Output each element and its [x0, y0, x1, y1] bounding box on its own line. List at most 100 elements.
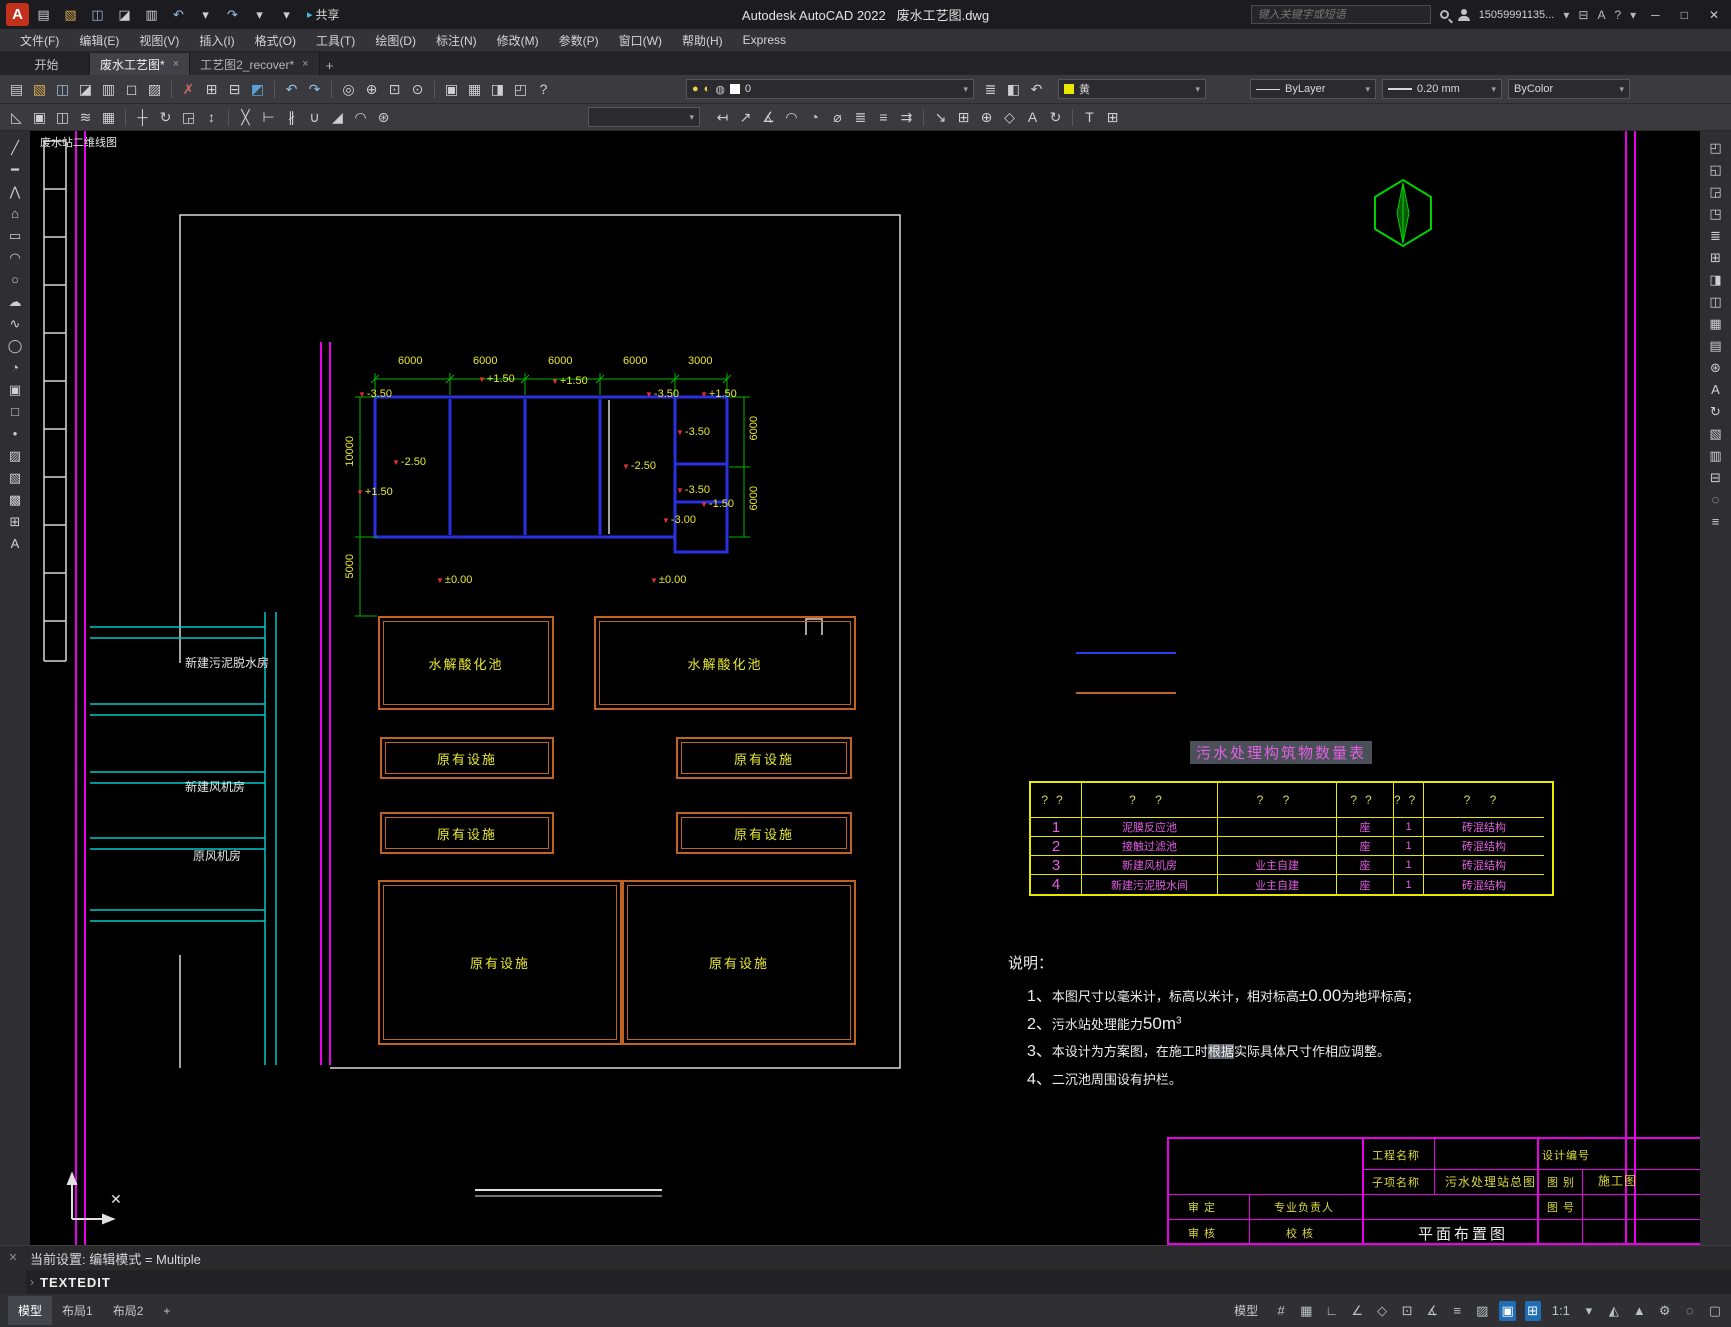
dimension-icon[interactable]: [923, 108, 924, 126]
layer-properties-icon[interactable]: ≣: [980, 79, 1001, 99]
otrack-icon[interactable]: ∡: [1424, 1301, 1440, 1321]
elevation-marker[interactable]: ▼ -3.50: [645, 389, 679, 400]
markup-set-icon[interactable]: ▥: [1705, 445, 1727, 466]
move-icon[interactable]: ┼: [132, 107, 153, 127]
qat-undo-caret-icon[interactable]: ▾: [195, 5, 216, 25]
text-style-combo[interactable]: ▾: [588, 107, 700, 127]
saveas-icon[interactable]: ◪: [75, 79, 96, 99]
units-icon[interactable]: ≡: [1705, 511, 1727, 532]
elevation-marker[interactable]: ▼ ±0.00: [436, 575, 472, 586]
array-icon[interactable]: ▦: [98, 107, 119, 127]
dim-text-edit-icon[interactable]: A: [1022, 107, 1043, 127]
menu-item[interactable]: 帮助(H): [672, 29, 733, 52]
open-icon[interactable]: ▧: [29, 79, 50, 99]
tolerance-icon[interactable]: ⊞: [953, 107, 974, 127]
transparency-icon[interactable]: ▨: [1474, 1301, 1490, 1321]
zoom-previous-icon[interactable]: ⊙: [407, 79, 428, 99]
quantity-table[interactable]: ??? ?? ?????? ? 1 泥膜反应池 座 1 砖混结构 2 接触过滤池…: [1029, 781, 1554, 896]
lineweight-combo[interactable]: 0.20 mm ▾: [1382, 79, 1502, 99]
close-button[interactable]: ✕: [1703, 8, 1725, 22]
scale-caret-icon[interactable]: ▾: [1581, 1301, 1597, 1321]
facility-box[interactable]: 水解酸化池: [378, 616, 554, 710]
line-icon[interactable]: ╱: [4, 137, 26, 158]
menu-item[interactable]: 视图(V): [129, 29, 189, 52]
dimension-text[interactable]: 6000: [748, 486, 760, 510]
publish-icon[interactable]: ▨: [144, 79, 165, 99]
plotstyle-combo-caret-icon[interactable]: ▾: [1619, 84, 1624, 95]
match-properties-icon[interactable]: ◩: [247, 79, 268, 99]
document-tab[interactable]: 废水工艺图* ×: [90, 53, 191, 75]
hyperlink-icon[interactable]: ⊛: [1705, 357, 1727, 378]
draworder-back-icon[interactable]: ◱: [1705, 159, 1727, 180]
note-line[interactable]: 3、本设计为方案图，在施工时根据实际具体尺寸作相应调整。: [1027, 1037, 1390, 1061]
isodraft-icon[interactable]: ◇: [1374, 1301, 1390, 1321]
sheetset-icon[interactable]: ▧: [1705, 423, 1727, 444]
purge-icon[interactable]: ◌: [1705, 489, 1727, 510]
dim-angular-icon[interactable]: ∡: [758, 107, 779, 127]
draworder-under-icon[interactable]: ◳: [1705, 203, 1727, 224]
layout-tab[interactable]: +: [153, 1298, 180, 1324]
layout-tab[interactable]: 布局2: [103, 1296, 154, 1325]
help-caret-icon[interactable]: ▾: [1630, 8, 1636, 22]
draworder-front-icon[interactable]: ◰: [1705, 137, 1727, 158]
mirror-icon[interactable]: ◫: [52, 107, 73, 127]
elevation-marker[interactable]: ▼ +1.50: [551, 376, 588, 387]
layer-previous-icon[interactable]: ↶: [1026, 79, 1047, 99]
toolbar-icon[interactable]: [274, 80, 275, 98]
autoscale-icon[interactable]: ▲: [1631, 1301, 1648, 1320]
extend-icon[interactable]: ⊢: [258, 107, 279, 127]
area-label[interactable]: 新建污泥脱水房: [185, 654, 269, 671]
erase-icon[interactable]: ◺: [6, 107, 27, 127]
draworder-above-icon[interactable]: ◲: [1705, 181, 1727, 202]
menu-item[interactable]: 参数(P): [549, 29, 609, 52]
qat-undo-icon[interactable]: ↶: [168, 5, 189, 25]
menu-item[interactable]: 修改(M): [487, 29, 549, 52]
layer-combo-caret-icon[interactable]: ▾: [963, 84, 968, 95]
elevation-marker[interactable]: ▼ -1.50: [700, 499, 734, 510]
region-icon[interactable]: ▩: [4, 489, 26, 510]
save-icon[interactable]: ◫: [52, 79, 73, 99]
dimension-text[interactable]: 6000: [548, 355, 572, 367]
explode-icon[interactable]: ⊛: [373, 107, 394, 127]
qat-redo-caret-icon[interactable]: ▾: [249, 5, 270, 25]
menu-item[interactable]: 插入(I): [189, 29, 244, 52]
tab-close-icon[interactable]: ×: [302, 58, 308, 70]
elevation-marker[interactable]: ▼ ±0.00: [650, 575, 686, 586]
facility-box[interactable]: 原有设施: [378, 880, 622, 1045]
elevation-marker[interactable]: ▼ -3.50: [358, 389, 392, 400]
fillet-icon[interactable]: ◠: [350, 107, 371, 127]
user-avatar-icon[interactable]: [1457, 8, 1470, 21]
copy-clip-icon[interactable]: ⊞: [201, 79, 222, 99]
qat-open-icon[interactable]: ▧: [60, 5, 81, 25]
named-views-icon[interactable]: ◰: [510, 79, 531, 99]
construction-line-icon[interactable]: ━: [4, 159, 26, 180]
rotate-icon[interactable]: ↻: [155, 107, 176, 127]
facility-box[interactable]: 原有设施: [676, 737, 852, 779]
workspace-gear-icon[interactable]: ⚙: [1657, 1301, 1673, 1321]
note-line[interactable]: 1、本图尺寸以毫米计，标高以米计，相对标高±0.00为地坪标高；: [1027, 982, 1419, 1006]
table-icon[interactable]: ⊞: [4, 511, 26, 532]
dim-linear-icon[interactable]: ↤: [712, 107, 733, 127]
break-icon[interactable]: ∦: [281, 107, 302, 127]
annotation-scale-label[interactable]: 1:1: [1550, 1301, 1572, 1320]
dimension-text[interactable]: 5000: [344, 554, 356, 578]
polyline-icon[interactable]: ⋀: [4, 181, 26, 202]
start-tab[interactable]: 开始: [4, 53, 90, 75]
style-combo-caret-icon[interactable]: ▾: [689, 112, 694, 123]
make-block-icon[interactable]: □: [4, 401, 26, 422]
ellipse-icon[interactable]: ◯: [4, 335, 26, 356]
rectangle-icon[interactable]: ▭: [4, 225, 26, 246]
dim-aligned-icon[interactable]: ↗: [735, 107, 756, 127]
plotstyle-combo[interactable]: ByColor ▾: [1508, 79, 1630, 99]
model-space-label[interactable]: 模型: [1234, 1302, 1258, 1319]
elevation-marker[interactable]: ▼ -3.50: [676, 427, 710, 438]
dim-radius-icon[interactable]: ◔: [804, 107, 825, 127]
layout-tab[interactable]: 模型: [8, 1296, 53, 1325]
field-icon[interactable]: A: [1705, 379, 1727, 400]
notes-heading[interactable]: 说明：: [1008, 952, 1053, 973]
dimension-text[interactable]: 6000: [623, 355, 647, 367]
qat-saveas-icon[interactable]: ◪: [114, 5, 135, 25]
command-window-close-icon[interactable]: ✕: [8, 1251, 17, 1264]
polygon-icon[interactable]: ⌂: [4, 203, 26, 224]
command-input-line[interactable]: › TEXTEDIT: [26, 1270, 1731, 1294]
